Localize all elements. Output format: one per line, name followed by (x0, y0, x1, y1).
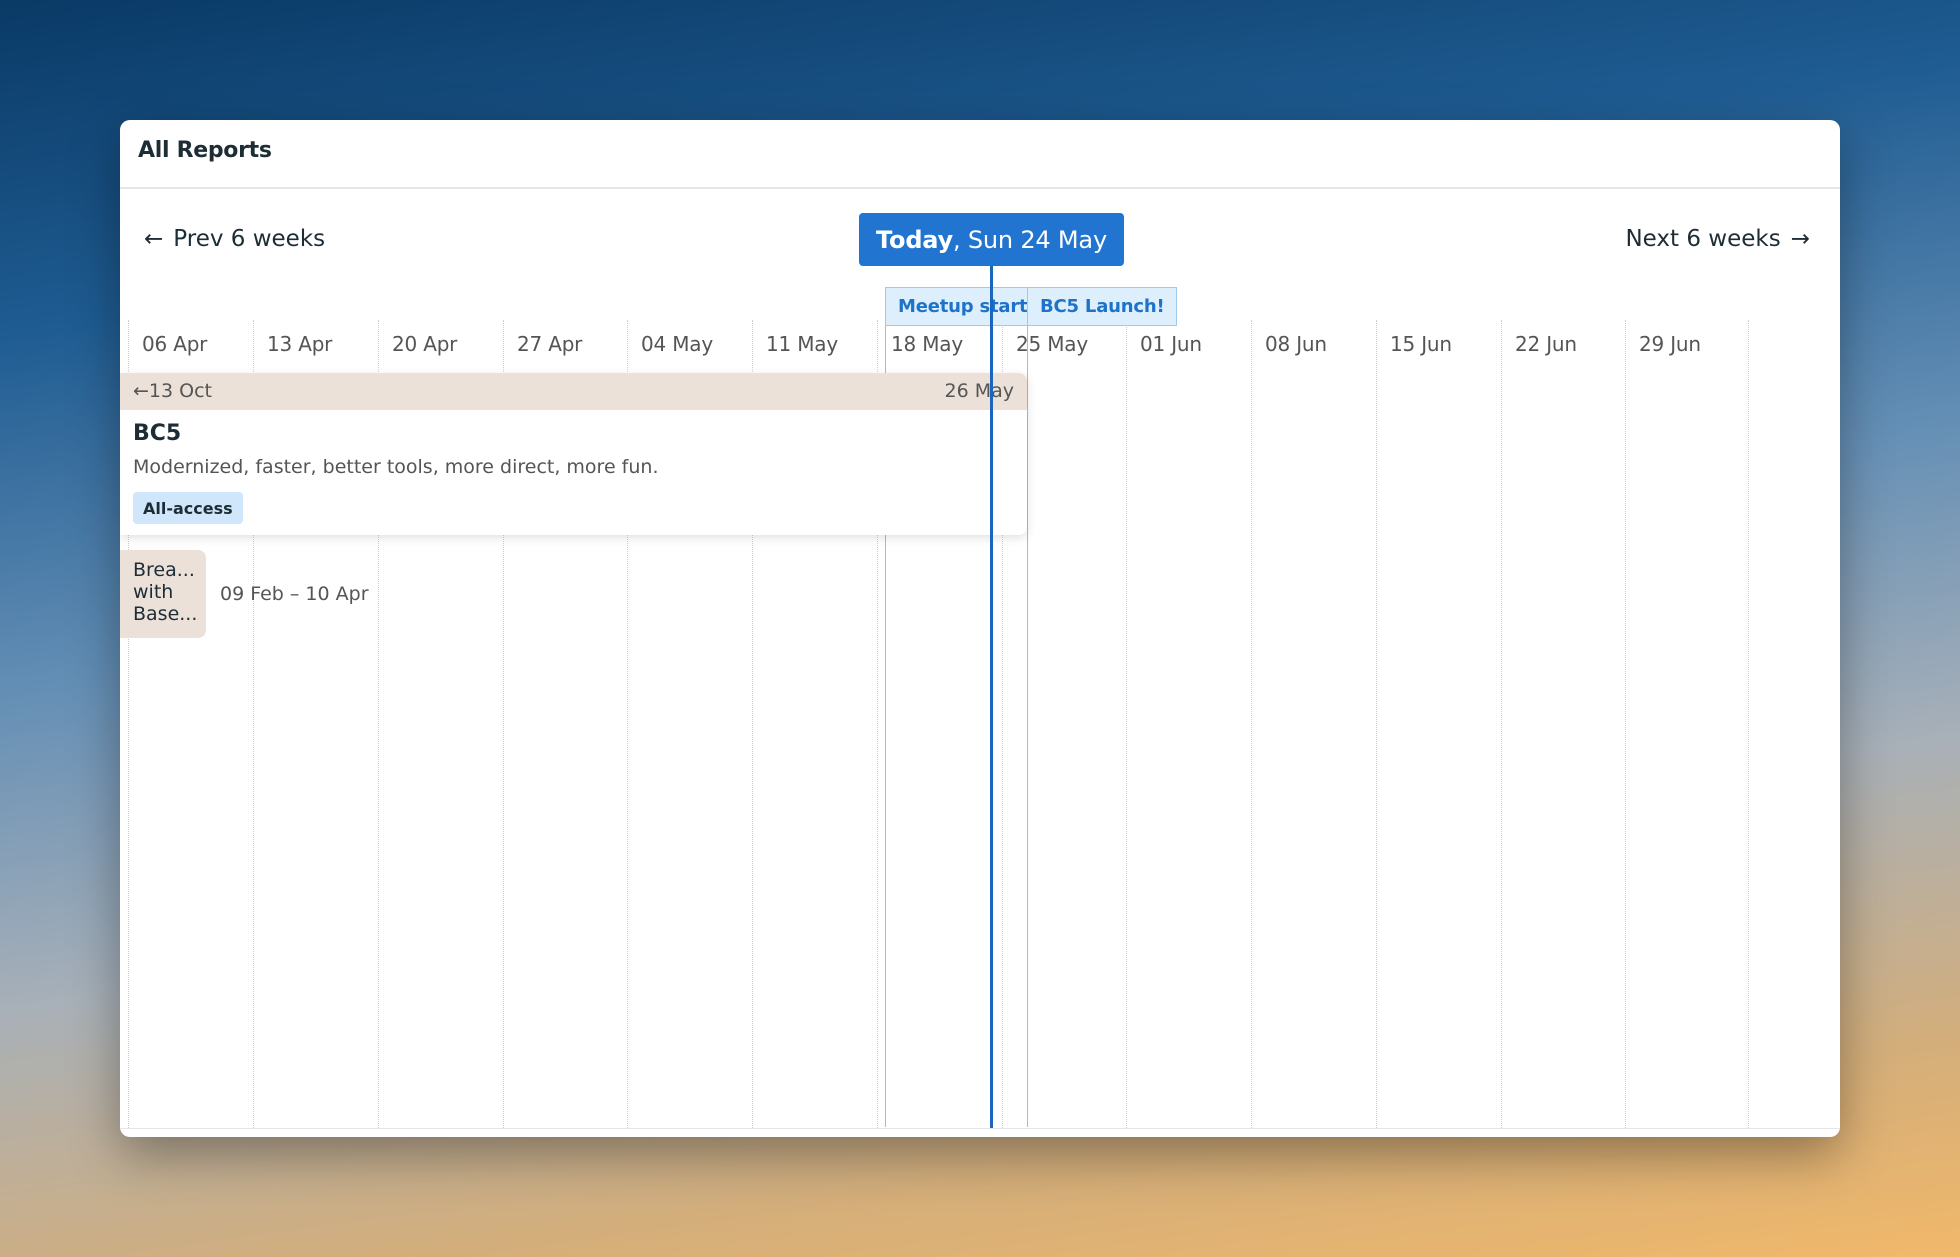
project-date-range-bar: ←13 Oct 26 May (120, 373, 1027, 410)
week-label: 25 May (1016, 332, 1088, 356)
milestone-bc5-launch[interactable]: BC5 Launch! (1027, 287, 1178, 326)
title-bar: All Reports (120, 120, 1840, 189)
week-label: 15 Jun (1390, 332, 1452, 356)
week-label: 13 Apr (267, 332, 333, 356)
next-6-weeks-button[interactable]: Next 6 weeks → (1625, 226, 1810, 252)
page-title: All Reports (138, 138, 272, 163)
project-end-date: 26 May (944, 380, 1015, 402)
week-divider (1748, 320, 1749, 1128)
project-title: BC5 (133, 421, 182, 446)
week-divider (1376, 320, 1377, 1128)
week-label: 01 Jun (1140, 332, 1202, 356)
next-6-weeks-label: Next 6 weeks (1625, 226, 1781, 252)
week-label: 06 Apr (142, 332, 208, 356)
timeline-bottom-border (120, 1128, 1840, 1129)
arrow-right-icon: → (1790, 226, 1810, 252)
week-divider (1625, 320, 1626, 1128)
week-label: 22 Jun (1515, 332, 1577, 356)
week-label: 04 May (641, 332, 713, 356)
access-badge: All-access (133, 492, 243, 524)
week-divider (1501, 320, 1502, 1128)
week-label: 08 Jun (1265, 332, 1327, 356)
week-label: 27 Apr (517, 332, 583, 356)
week-label: 18 May (891, 332, 963, 356)
today-marker-line (990, 266, 993, 1128)
arrow-left-icon: ← (144, 226, 164, 252)
today-date: , Sun 24 May (953, 225, 1107, 254)
prev-6-weeks-label: Prev 6 weeks (173, 226, 326, 252)
week-label: 29 Jun (1639, 332, 1701, 356)
project-card-collapsed[interactable]: Brea... with Base... (120, 550, 206, 638)
project-description: Modernized, faster, better tools, more d… (133, 456, 659, 478)
project-date-range: 09 Feb – 10 Apr (220, 583, 369, 605)
week-divider (1126, 320, 1127, 1128)
project-start-date: ←13 Oct (133, 380, 212, 402)
week-label: 11 May (766, 332, 838, 356)
project-card-bc5[interactable]: ←13 Oct 26 May BC5 Modernized, faster, b… (120, 373, 1027, 535)
week-divider (1251, 320, 1252, 1128)
today-prefix: Today (876, 225, 954, 254)
today-button[interactable]: Today, Sun 24 May (859, 213, 1124, 266)
week-label: 20 Apr (392, 332, 458, 356)
reports-window: All Reports ← Prev 6 weeks Today, Sun 24… (120, 120, 1840, 1137)
prev-6-weeks-button[interactable]: ← Prev 6 weeks (144, 226, 325, 252)
